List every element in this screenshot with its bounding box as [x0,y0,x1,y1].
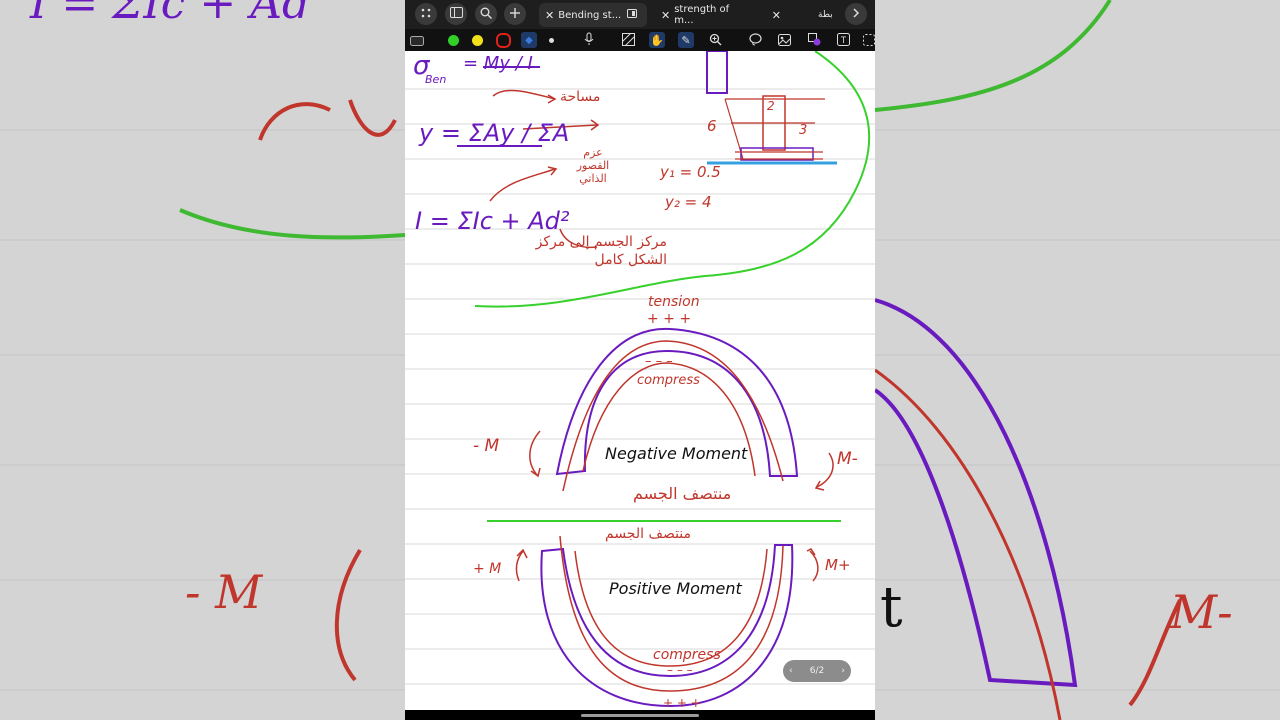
formula-sigma-subscript: Ben [425,73,447,86]
positive-moment-label: Positive Moment [609,579,742,598]
more-tools-button[interactable] [861,32,875,48]
search-icon [480,7,492,22]
note-page[interactable]: σ Ben = My / I y = ΣAy / ΣA I = ΣIc + Ad… [405,51,875,710]
tab-bending-stress[interactable]: ✕ Bending st... [539,3,647,27]
tension-plus-signs-bottom: + + + [663,696,701,710]
home-indicator[interactable] [581,714,699,717]
zoom-tool[interactable] [707,32,723,48]
eraser-tool[interactable] [409,32,425,48]
lasso-icon [748,31,762,50]
tab-overflow[interactable]: بطة [818,3,838,27]
text-tool[interactable]: T [835,32,851,48]
lasso-tool[interactable] [747,32,763,48]
page-pager: ‹ 6/2 › [783,660,851,682]
plus-icon [509,7,521,22]
dashed-square-icon [863,31,875,50]
compress-minus-signs-bottom: – – – [667,663,693,677]
microphone-button[interactable] [581,32,597,48]
compress-label-top: compress [637,373,700,388]
svg-text:T: T [840,35,846,45]
shapes-icon [807,31,821,50]
app-switcher-button[interactable] [415,3,437,25]
chevron-right-icon [851,7,861,21]
negative-moment-right-arrow-label: M- [837,449,858,469]
compress-label-bottom: compress [653,647,721,663]
y2-value: y₂ = 4 [665,193,712,211]
zoom-icon [709,31,722,50]
sidebar-button[interactable] [445,3,467,25]
page-indicator: 6/2 [809,666,825,676]
negative-moment-label: Negative Moment [605,444,748,463]
phone-screen: ✕ Bending st... ✕ strength of m... ✕ بطة [405,0,875,720]
microphone-icon [583,31,595,50]
drawing-toolbar: ◆ ✋ ✎ T [405,29,875,51]
arabic-mid-body-bottom: منتصف الجسم [605,526,692,542]
close-icon[interactable]: ✕ [772,9,781,22]
compress-minus-signs-top: – – – [645,354,673,369]
shape-label-2: 2 [767,99,775,113]
tension-plus-signs: + + + [647,311,692,327]
arabic-mid-body-top: منتصف الجسم [633,484,732,503]
y1-value: y₁ = 0.5 [660,163,721,181]
formula-sigma-rhs: = My / I [463,53,533,74]
tab-label: Bending st... [558,9,622,21]
diamond-icon: ◆ [525,34,533,46]
hand-tool[interactable]: ✋ [649,32,665,48]
formula-centroid: y = ΣAy / ΣA [419,119,570,147]
tab-label: strength of m... [674,4,730,26]
close-icon[interactable]: ✕ [661,9,670,22]
shape-label-3: 3 [799,123,808,138]
new-tab-button[interactable] [504,3,526,25]
sidebar-icon [449,7,463,21]
eraser-icon [410,31,424,50]
grid-icon [420,7,432,22]
pen-size-dot[interactable] [549,38,554,43]
backdrop-formula: I = ΣIc + Ad [30,0,311,29]
pattern-tool[interactable] [620,32,636,48]
text-box-icon: T [836,31,850,50]
color-green-swatch[interactable] [448,35,459,46]
pen-icon: ✎ [681,33,691,47]
tension-label: tension [648,294,700,310]
negative-moment-left-arrow-label: - M [473,436,500,456]
backdrop-t: t [880,575,903,640]
backdrop-right-m: M- [1170,585,1233,639]
tab-strength-of-materials[interactable]: ✕ strength of m... ✕ [655,3,785,27]
chevron-right-icon[interactable]: › [841,666,845,676]
window-icon [627,9,638,21]
tab-bar: ✕ Bending st... ✕ strength of m... ✕ بطة [405,0,875,29]
close-icon[interactable]: ✕ [545,9,554,22]
image-icon [777,31,791,50]
color-yellow-swatch[interactable] [472,35,483,46]
hatch-icon [621,31,635,50]
arabic-inertia-note: عزم القصور الذاتي [576,146,610,185]
positive-moment-right-arrow-label: M+ [825,556,851,574]
formula-inertia: I = ΣIc + Ad² [415,207,570,235]
arabic-area-note: مساحة [560,89,601,105]
hand-icon: ✋ [650,33,664,47]
backdrop-left-m: - M [185,565,263,619]
image-tool[interactable] [776,32,792,48]
shape-label-6: 6 [707,117,717,135]
positive-moment-left-arrow-label: + M [473,561,502,577]
arabic-centroid-note: مركز الجسم إلى مركز الشكل كامل [535,234,667,268]
tab-next-button[interactable] [845,3,867,25]
color-blue-swatch[interactable]: ◆ [521,32,537,48]
pen-tool[interactable]: ✎ [678,32,694,48]
search-button[interactable] [475,3,497,25]
shapes-tool[interactable] [806,32,822,48]
chevron-left-icon[interactable]: ‹ [789,666,793,676]
color-red-swatch[interactable] [496,33,511,48]
home-indicator-area [405,710,875,720]
